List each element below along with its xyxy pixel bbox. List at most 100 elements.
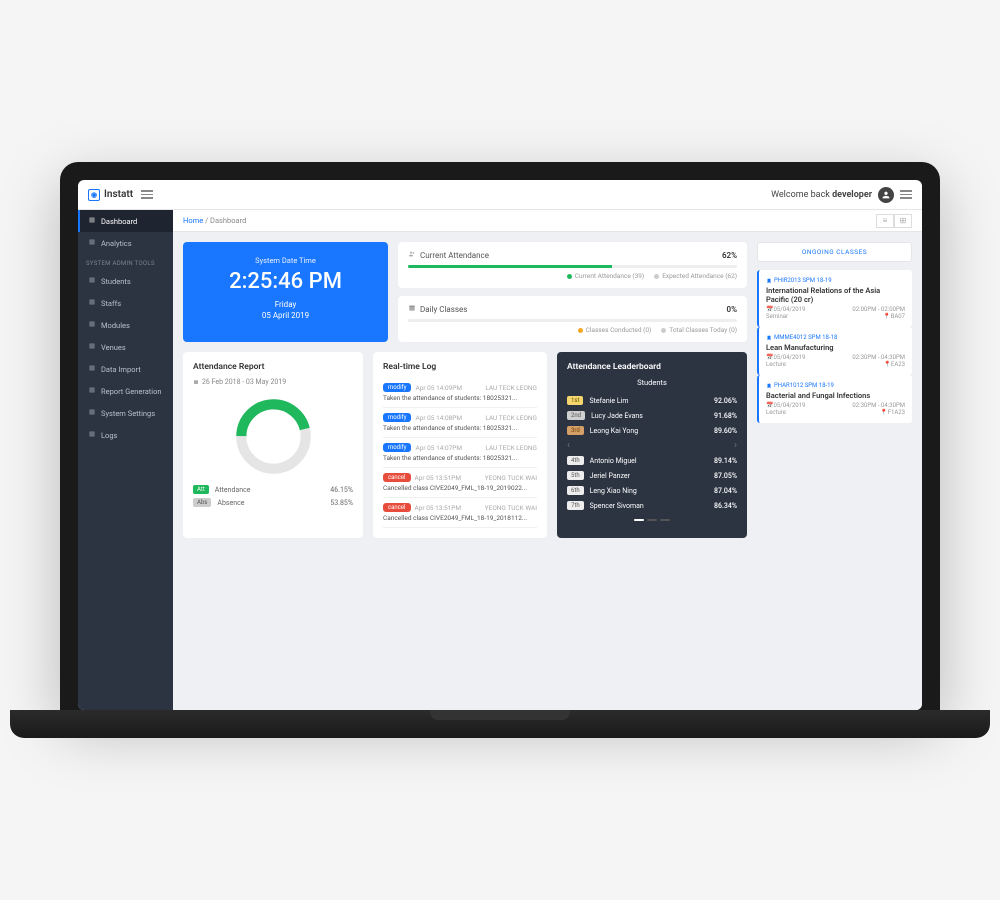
sidebar-item-logs[interactable]: Logs — [78, 424, 173, 446]
ongoing-classes-heading: ONGOING CLASSES — [757, 242, 912, 262]
abs-tag: Abs — [193, 498, 211, 507]
log-body: Taken the attendance of students: 180253… — [383, 454, 537, 462]
rank-badge: 4th — [567, 456, 584, 465]
class-card[interactable]: MMME4012 SPM 18-18 Lean Manufacturing 📅0… — [757, 327, 912, 375]
log-item[interactable]: modifyApr 05 14:07PMLAU TECK LEONG Taken… — [383, 438, 537, 468]
sidebar-item-label: Staffs — [101, 299, 121, 308]
log-badge: cancel — [383, 503, 411, 512]
class-type: Lecture — [766, 409, 786, 416]
class-room: 📍F1A23 — [880, 409, 905, 416]
student-pct: 86.34% — [714, 502, 737, 510]
class-time: 02:00PM - 02:00PM — [852, 306, 905, 313]
log-item[interactable]: modifyApr 05 14:08PMLAU TECK LEONG Taken… — [383, 408, 537, 438]
log-body: Cancelled class CIVE2049_FML_18-19_20181… — [383, 514, 537, 522]
classes-pct: 0% — [727, 305, 737, 314]
people-icon — [408, 250, 416, 258]
logs-icon — [88, 430, 96, 440]
sidebar-item-modules[interactable]: Modules — [78, 314, 173, 336]
leaderboard-row: 7th Spencer Sivoman 86.34% — [567, 498, 737, 513]
attendance-pct: 62% — [722, 251, 737, 260]
sidebar-item-label: Data Import — [101, 365, 141, 374]
class-date: 📅05/04/2019 — [766, 354, 805, 361]
breadcrumb-home[interactable]: Home — [183, 216, 203, 225]
rank-badge: 5th — [567, 471, 584, 480]
date-range[interactable]: 26 Feb 2018 - 03 May 2019 — [193, 378, 353, 386]
log-time: Apr 05 13:51PM — [415, 504, 462, 512]
log-body: Taken the attendance of students: 180253… — [383, 424, 537, 432]
avatar-icon[interactable] — [878, 187, 894, 203]
sidebar-item-data import[interactable]: Data Import — [78, 358, 173, 380]
sidebar-item-venues[interactable]: Venues — [78, 336, 173, 358]
sidebar-item-label: Venues — [101, 343, 126, 352]
student-name: Jeriel Panzer — [590, 472, 708, 480]
sidebar-item-staffs[interactable]: Staffs — [78, 292, 173, 314]
class-card[interactable]: PHIR2013 SPM 18-19 International Relatio… — [757, 270, 912, 327]
analytics-icon — [88, 238, 96, 248]
student-pct: 87.04% — [714, 487, 737, 495]
bookmark-icon — [766, 335, 772, 341]
attendance-report-card: Attendance Report 26 Feb 2018 - 03 May 2… — [183, 352, 363, 538]
menu-toggle-icon[interactable] — [141, 190, 153, 199]
sidebar-item-label: Logs — [101, 431, 117, 440]
student-pct: 89.14% — [714, 457, 737, 465]
rank-badge: 7th — [567, 501, 584, 510]
log-body: Taken the attendance of students: 180253… — [383, 394, 537, 402]
clock-label: System Date Time — [193, 256, 378, 265]
class-date: 📅05/04/2019 — [766, 306, 805, 313]
bookmark-icon — [766, 383, 772, 389]
class-type: Lecture — [766, 361, 786, 368]
class-card[interactable]: PHAR1012 SPM 18-19 Bacterial and Fungal … — [757, 375, 912, 423]
class-room: 📍BA07 — [883, 313, 905, 320]
class-date: 📅05/04/2019 — [766, 402, 805, 409]
pagination-dots[interactable] — [567, 519, 737, 521]
settings-icon — [88, 408, 96, 418]
sidebar-item-report generation[interactable]: Report Generation — [78, 380, 173, 402]
topbar: ◉ Instatt Welcome back developer — [78, 180, 922, 210]
current-attendance-card: Current Attendance 62% Current Attendanc… — [398, 242, 747, 288]
clock-day: Friday — [193, 300, 378, 309]
class-code: PHAR1012 SPM 18-19 — [766, 382, 905, 389]
class-type: Seminar — [766, 313, 788, 320]
student-name: Leong Kai Yong — [590, 427, 708, 435]
leaderboard-row: 4th Antonio Miguel 89.14% — [567, 453, 737, 468]
log-item[interactable]: cancelApr 05 13:51PMYEONG TUCK WAI Cance… — [383, 468, 537, 498]
rank-badge: 6th — [567, 486, 584, 495]
rank-badge: 1st — [567, 396, 583, 405]
settings-toggle-icon[interactable] — [900, 190, 912, 199]
breadcrumb-current: Dashboard — [210, 216, 246, 225]
calendar-icon — [193, 379, 199, 385]
logo-mark-icon: ◉ — [88, 189, 100, 201]
log-badge: modify — [383, 413, 411, 422]
leaderboard-row: 6th Leng Xiao Ning 87.04% — [567, 483, 737, 498]
view-grid-icon[interactable]: ⊞ — [894, 214, 912, 228]
chevron-left-icon[interactable]: ‹ — [567, 440, 570, 451]
attendance-bar — [408, 265, 612, 268]
class-title: International Relations of the Asia Paci… — [766, 286, 905, 304]
student-name: Leng Xiao Ning — [590, 487, 708, 495]
sidebar-item-dashboard[interactable]: Dashboard — [78, 210, 173, 232]
sidebar-item-students[interactable]: Students — [78, 270, 173, 292]
sidebar-item-system settings[interactable]: System Settings — [78, 402, 173, 424]
logo[interactable]: ◉ Instatt — [88, 189, 133, 201]
import-icon — [88, 364, 96, 374]
student-pct: 89.60% — [714, 427, 737, 435]
log-item[interactable]: cancelApr 05 13:51PMYEONG TUCK WAI Cance… — [383, 498, 537, 528]
attendance-donut-chart — [231, 394, 316, 479]
leaderboard-card: Attendance Leaderboard Students 1st Stef… — [557, 352, 747, 538]
student-name: Lucy Jade Evans — [591, 412, 708, 420]
sidebar-item-analytics[interactable]: Analytics — [78, 232, 173, 254]
view-list-icon[interactable]: ≡ — [876, 214, 894, 228]
welcome-text: Welcome back developer — [771, 190, 872, 200]
breadcrumb: Home / Dashboard ≡ ⊞ — [173, 210, 922, 232]
student-pct: 91.68% — [714, 412, 737, 420]
chevron-right-icon[interactable]: › — [734, 440, 737, 451]
rank-badge: 2nd — [567, 411, 585, 420]
leaderboard-row: 3rd Leong Kai Yong 89.60% — [567, 423, 737, 438]
log-time: Apr 05 14:07PM — [415, 444, 462, 452]
clock-date: 05 April 2019 — [193, 311, 378, 320]
log-item[interactable]: modifyApr 05 14:09PMLAU TECK LEONG Taken… — [383, 378, 537, 408]
log-user: LAU TECK LEONG — [485, 444, 537, 452]
class-room: 📍EA23 — [883, 361, 905, 368]
sidebar-item-label: Report Generation — [101, 387, 162, 396]
sidebar-item-label: Students — [101, 277, 131, 286]
